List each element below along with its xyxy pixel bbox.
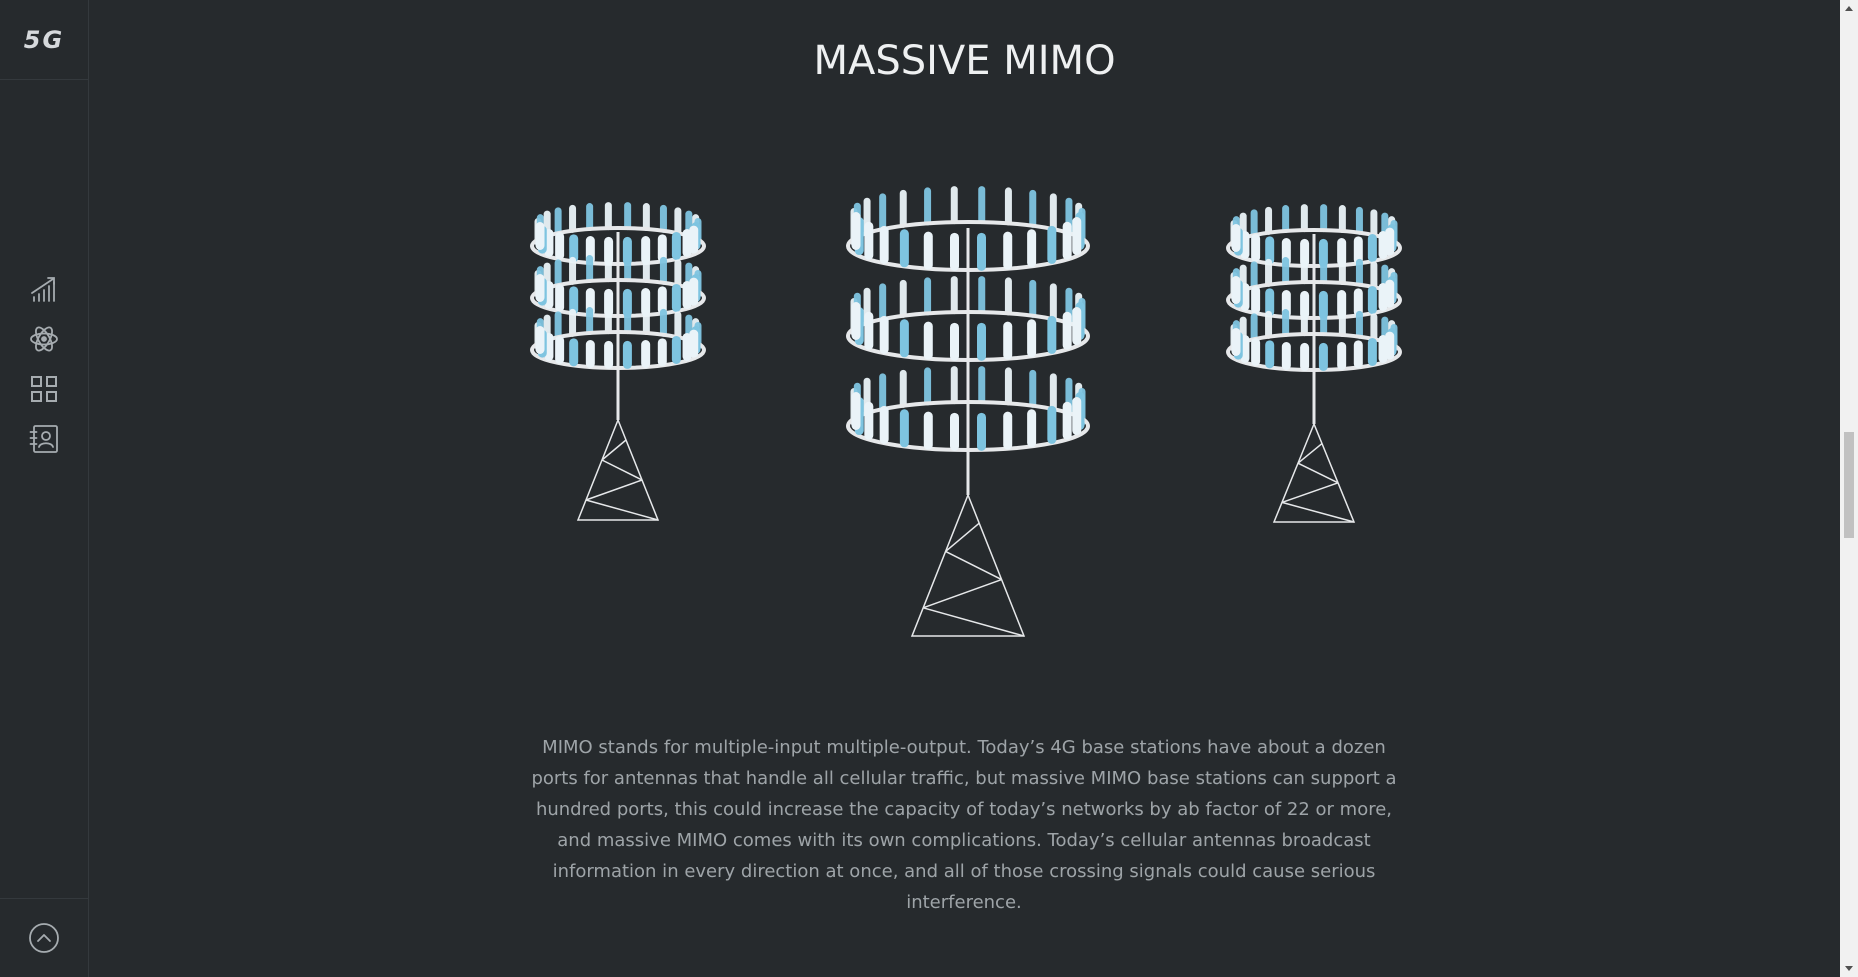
sidebar-nav — [0, 264, 88, 464]
chevron-up-circle-icon — [29, 923, 59, 953]
scroll-up-arrow[interactable] — [1840, 0, 1858, 16]
antenna-tower-right — [1226, 204, 1402, 523]
grid-icon — [31, 376, 57, 402]
vertical-scrollbar[interactable] — [1840, 0, 1858, 977]
nav-item-contacts[interactable] — [0, 414, 88, 464]
antenna-tower-left — [530, 202, 706, 521]
description-text: MIMO stands for multiple-input multiple-… — [531, 737, 1397, 913]
contact-card-icon — [29, 425, 58, 453]
scrollbar-thumb[interactable] — [1844, 432, 1854, 538]
sidebar: 5G — [0, 0, 89, 977]
scroll-top-button[interactable] — [28, 922, 60, 954]
nav-item-statistics[interactable] — [0, 264, 88, 314]
chart-growth-icon — [31, 277, 55, 302]
antenna-tower-center — [846, 186, 1090, 637]
nav-item-grid[interactable] — [0, 364, 88, 414]
nav-item-technology[interactable] — [0, 314, 88, 364]
atom-icon — [30, 326, 58, 352]
scroll-down-arrow[interactable] — [1840, 961, 1858, 977]
logo[interactable]: 5G — [0, 0, 88, 80]
main-content: MASSIVE MIMO MIMO stands for multiple-in… — [89, 0, 1840, 977]
sidebar-footer — [0, 898, 88, 977]
